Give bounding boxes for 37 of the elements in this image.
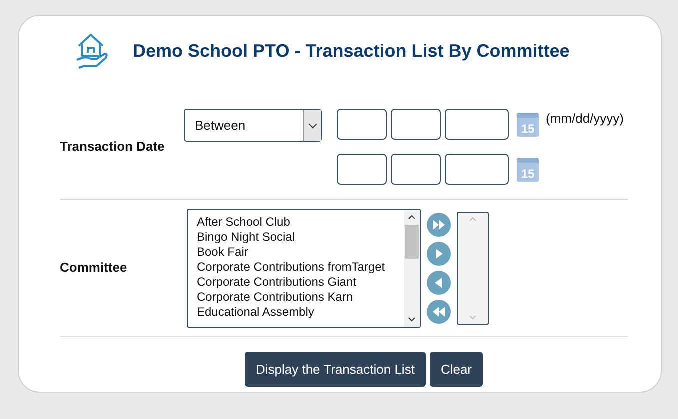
action-button[interactable]: Display the Transaction List [244, 352, 426, 387]
list-option[interactable]: Bingo Night Social [197, 230, 395, 244]
chevron-down-icon [308, 122, 318, 128]
day-field[interactable] [391, 109, 441, 140]
year-field[interactable] [445, 109, 509, 140]
scroll-up-icon [408, 214, 416, 220]
day-field[interactable] [391, 154, 441, 185]
add-button[interactable] [427, 242, 451, 266]
list-option[interactable]: Educational Assembly [197, 304, 395, 320]
year-field[interactable] [445, 154, 509, 185]
field-label: Transaction Date [60, 138, 166, 156]
scroll-down-icon [408, 316, 416, 322]
house-in-hand-icon [75, 32, 109, 70]
date-format-hint: (mm/dd/yyyy) [546, 110, 624, 128]
remove-button[interactable] [427, 270, 451, 294]
action-button[interactable]: Clear [430, 352, 484, 387]
selected-committee-list[interactable] [457, 212, 489, 324]
month-field[interactable] [337, 154, 387, 185]
add-all-button[interactable] [427, 212, 451, 236]
committee-list[interactable]: After School Club Bingo Night Social Book Fair Corporate Contributions fromTarget Corporate Contributions Giant Corporate Contributions Karn Educational Assembly [187, 208, 421, 328]
list-option[interactable]: Corporate Contributions Karn [197, 290, 395, 304]
right-icon [434, 248, 444, 258]
double-left-icon [432, 306, 446, 316]
scroll-down-icon [469, 314, 477, 320]
scroll-up-icon [469, 216, 477, 222]
list-option[interactable]: Book Fair [197, 244, 395, 260]
page-title: Demo School PTO - Transaction List By Committee [133, 40, 570, 63]
double-right-icon [432, 220, 446, 230]
operator-dropdown[interactable]: Between [184, 109, 322, 142]
list-option[interactable]: After School Club [197, 214, 395, 230]
remove-all-button[interactable] [427, 300, 451, 324]
field-label: Committee [60, 259, 128, 278]
left-icon [434, 278, 444, 288]
list-option[interactable]: Corporate Contributions Giant [197, 274, 395, 290]
month-field[interactable] [337, 109, 387, 140]
scrollbar-thumb[interactable] [405, 224, 419, 258]
list-option[interactable]: Corporate Contributions fromTarget [197, 260, 395, 274]
